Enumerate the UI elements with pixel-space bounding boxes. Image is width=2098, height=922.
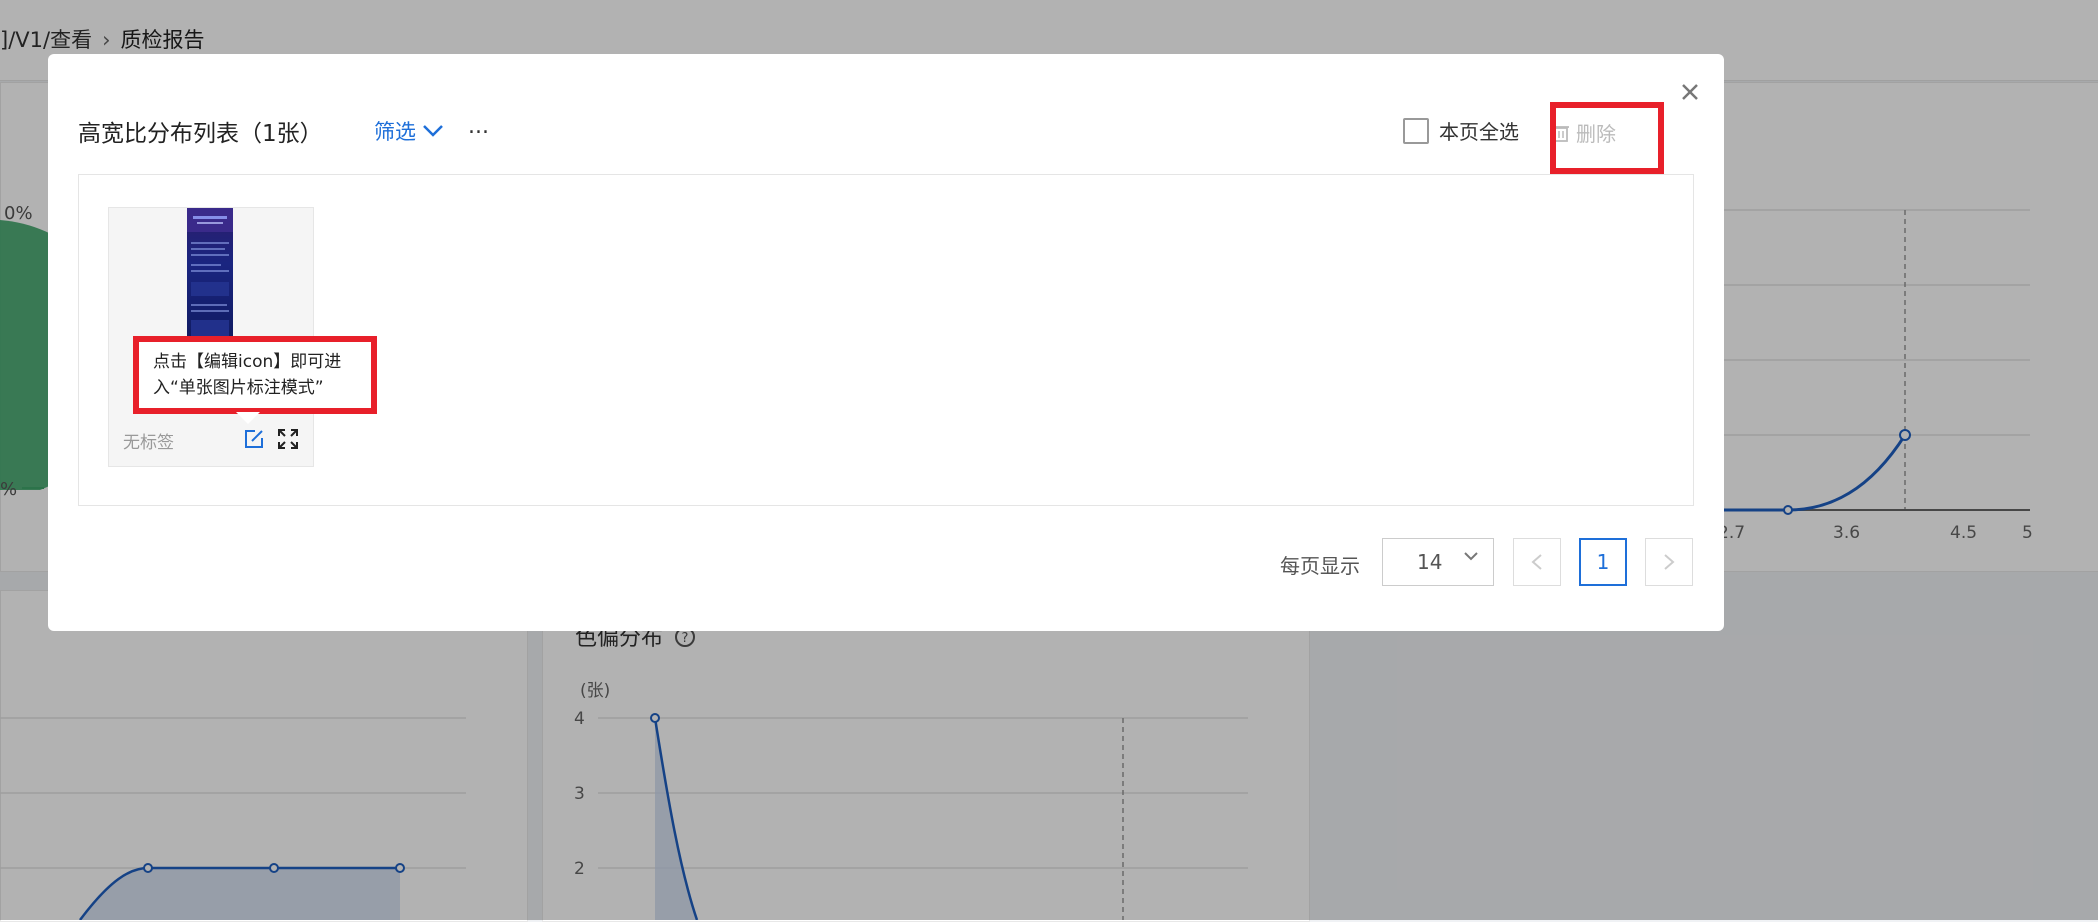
select-all-label: 本页全选 bbox=[1439, 120, 1519, 144]
chevron-right-icon bbox=[1664, 554, 1675, 570]
per-page-select[interactable]: 14 bbox=[1382, 538, 1494, 586]
per-page-label: 每页显示 bbox=[1280, 554, 1360, 578]
delete-highlight-box bbox=[1550, 102, 1664, 174]
filter-dropdown[interactable]: 筛选 bbox=[374, 116, 444, 146]
select-all-checkbox[interactable]: 本页全选 bbox=[1403, 116, 1519, 145]
checkbox-icon[interactable] bbox=[1403, 117, 1429, 144]
close-button[interactable] bbox=[1674, 76, 1706, 108]
close-icon bbox=[1682, 84, 1698, 100]
chevron-down-icon bbox=[423, 125, 443, 137]
per-page-value: 14 bbox=[1417, 550, 1443, 574]
expand-button[interactable] bbox=[277, 428, 299, 450]
filter-label: 筛选 bbox=[374, 120, 416, 144]
edit-icon bbox=[245, 430, 263, 448]
more-button[interactable]: ... bbox=[468, 114, 489, 139]
edit-button[interactable] bbox=[243, 428, 265, 450]
edit-hint-tooltip: 点击【编辑icon】即可进入“单张图片标注模式” bbox=[133, 336, 377, 414]
thumbnail-graphic bbox=[187, 208, 233, 336]
next-page-button[interactable] bbox=[1645, 538, 1693, 586]
prev-page-button[interactable] bbox=[1513, 538, 1561, 586]
modal-title: 高宽比分布列表（1张） bbox=[78, 121, 323, 147]
chevron-down-icon bbox=[1464, 552, 1478, 561]
image-tag-label: 无标签 bbox=[123, 433, 174, 453]
image-thumbnail[interactable] bbox=[187, 208, 233, 348]
expand-icon bbox=[278, 429, 298, 449]
page-number-button[interactable]: 1 bbox=[1579, 538, 1627, 586]
tooltip-arrow bbox=[236, 412, 260, 424]
chevron-left-icon bbox=[1531, 554, 1542, 570]
